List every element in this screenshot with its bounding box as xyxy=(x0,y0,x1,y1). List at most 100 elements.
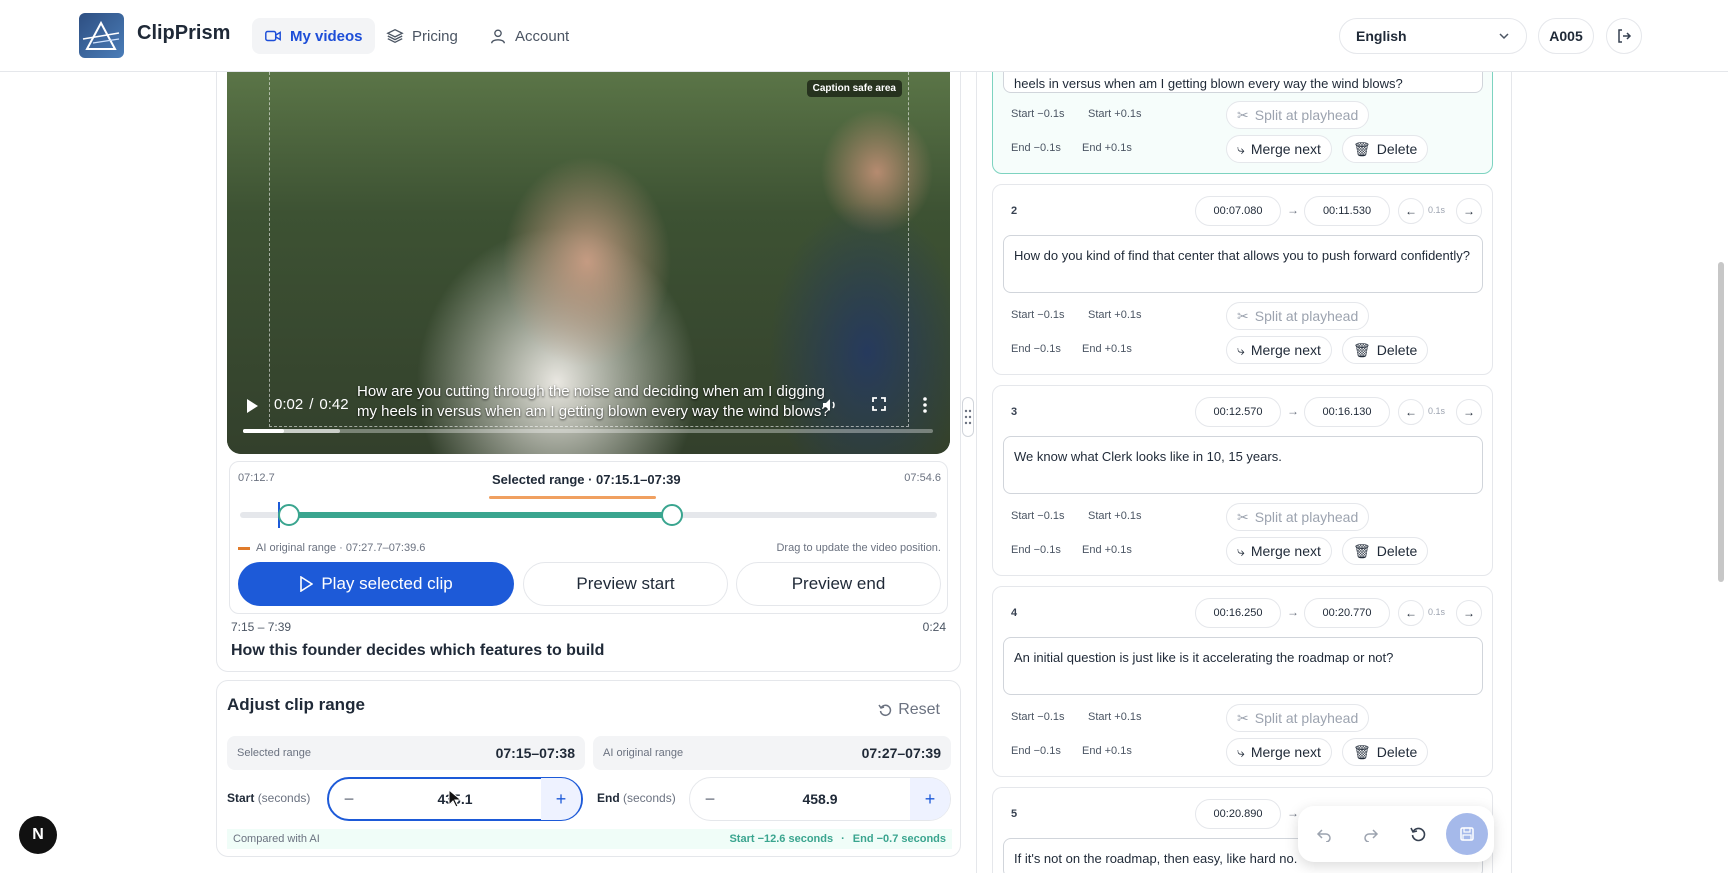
segment-end-time[interactable]: 00:20.770 xyxy=(1304,598,1390,628)
start-plus-button[interactable]: Start +0.1s xyxy=(1088,711,1142,723)
ai-range-box: AI original range 07:27–07:39 xyxy=(593,736,951,770)
end-plus-button[interactable]: End +0.1s xyxy=(1082,142,1132,154)
segment-card[interactable]: 3 00:12.570 → 00:16.130 ← 0.1s → We know… xyxy=(992,385,1493,576)
nudge-right-button[interactable]: → xyxy=(1456,198,1482,224)
compared-label: Compared with AI xyxy=(233,833,320,845)
segment-text-input[interactable]: How do you kind of find that center that… xyxy=(1003,235,1483,293)
split-at-playhead-button[interactable]: ✂ Split at playhead xyxy=(1226,101,1370,129)
segment-start-time[interactable]: 00:20.890 xyxy=(1195,799,1281,829)
preview-start-button[interactable]: Preview start xyxy=(523,562,728,606)
split-at-playhead-button[interactable]: ✂ Split at playhead xyxy=(1226,503,1370,531)
start-minus-button[interactable]: Start −0.1s xyxy=(1011,510,1065,522)
segment-text-input[interactable]: We know what Clerk looks like in 10, 15 … xyxy=(1003,436,1483,494)
time-separator: / xyxy=(309,396,314,413)
end-minus-button[interactable]: End −0.1s xyxy=(1011,343,1061,355)
nudge-right-button[interactable]: → xyxy=(1456,600,1482,626)
start-minus-button[interactable]: Start −0.1s xyxy=(1011,108,1065,120)
start-minus-button[interactable]: Start −0.1s xyxy=(1011,309,1065,321)
start-decrement-button[interactable]: − xyxy=(329,778,369,820)
reset-button[interactable]: Reset xyxy=(878,701,940,719)
refresh-button[interactable] xyxy=(1400,816,1436,852)
selected-range-label: Selected range · 07:15.1–07:39 xyxy=(492,472,681,487)
merge-next-button[interactable]: ⤷ Merge next xyxy=(1226,336,1332,364)
start-plus-button[interactable]: Start +0.1s xyxy=(1088,108,1142,120)
btn-label: Merge next xyxy=(1250,543,1321,559)
nudge-left-button[interactable]: ← xyxy=(1398,198,1424,224)
end-minus-button[interactable]: End −0.1s xyxy=(1011,142,1061,154)
video-caption: How are you cutting through the noise an… xyxy=(357,383,830,420)
language-select[interactable]: English xyxy=(1339,18,1527,54)
arrow-left-icon: ← xyxy=(1405,204,1417,218)
segment-card[interactable]: 2 00:07.080 → 00:11.530 ← 0.1s → How do … xyxy=(992,184,1493,375)
split-at-playhead-button[interactable]: ✂ Split at playhead xyxy=(1226,302,1370,330)
volume-button[interactable] xyxy=(821,396,839,418)
user-chip[interactable]: A005 xyxy=(1538,18,1594,54)
btn-label: Merge next xyxy=(1250,744,1321,760)
preview-end-button[interactable]: Preview end xyxy=(736,562,941,606)
trash-icon: 🗑 xyxy=(1353,140,1371,157)
start-increment-button[interactable]: + xyxy=(541,778,581,820)
end-minus-button[interactable]: End −0.1s xyxy=(1011,544,1061,556)
clipprism-logo-icon[interactable] xyxy=(79,13,124,58)
segment-end-time[interactable]: 00:16.130 xyxy=(1304,397,1390,427)
start-plus-button[interactable]: Start +0.1s xyxy=(1088,510,1142,522)
nav-pricing[interactable]: Pricing xyxy=(374,18,470,54)
delete-button[interactable]: 🗑 Delete xyxy=(1342,537,1429,565)
play-selected-clip-button[interactable]: Play selected clip xyxy=(238,562,514,606)
merge-next-button[interactable]: ⤷ Merge next xyxy=(1226,738,1332,766)
split-at-playhead-button[interactable]: ✂ Split at playhead xyxy=(1226,704,1370,732)
nudge-left-button[interactable]: ← xyxy=(1398,600,1424,626)
segment-end-time[interactable]: 00:11.530 xyxy=(1304,196,1390,226)
n-badge-icon[interactable]: N xyxy=(19,816,57,854)
nudge-right-button[interactable]: → xyxy=(1456,399,1482,425)
end-increment-button[interactable]: + xyxy=(910,778,950,820)
video-player[interactable]: Caption safe area How are you cutting th… xyxy=(227,52,950,454)
arrow-right-icon: → xyxy=(1463,204,1475,218)
end-plus-button[interactable]: End +0.1s xyxy=(1082,745,1132,757)
step-label: 0.1s xyxy=(1428,607,1446,617)
fullscreen-button[interactable] xyxy=(871,396,887,416)
btn-label: Split at playhead xyxy=(1254,509,1359,525)
nav-my-videos[interactable]: My videos xyxy=(252,18,375,54)
start-plus-button[interactable]: Start +0.1s xyxy=(1088,309,1142,321)
more-options-button[interactable] xyxy=(922,396,928,418)
save-button[interactable] xyxy=(1446,813,1488,855)
end-seconds-stepper[interactable]: − 458.9 + xyxy=(689,777,951,821)
play-icon xyxy=(300,576,314,592)
segment-text-input[interactable]: An initial question is just like is it a… xyxy=(1003,637,1483,695)
delete-button[interactable]: 🗑 Delete xyxy=(1342,336,1429,364)
nudge-left-button[interactable]: ← xyxy=(1398,399,1424,425)
scissors-icon: ✂ xyxy=(1237,106,1249,123)
trim-start-handle[interactable] xyxy=(278,504,300,526)
merge-next-button[interactable]: ⤷ Merge next xyxy=(1226,135,1332,163)
end-plus-button[interactable]: End +0.1s xyxy=(1082,544,1132,556)
delete-button[interactable]: 🗑 Delete xyxy=(1342,738,1429,766)
trim-slider-track[interactable] xyxy=(240,512,937,518)
caption-safe-area xyxy=(269,62,909,427)
redo-button[interactable] xyxy=(1353,816,1389,852)
nav-account[interactable]: Account xyxy=(477,18,581,54)
arrow-right-icon: → xyxy=(1287,806,1299,820)
play-button[interactable] xyxy=(245,394,259,418)
end-minus-button[interactable]: End −0.1s xyxy=(1011,745,1061,757)
end-plus-button[interactable]: End +0.1s xyxy=(1082,343,1132,355)
save-icon xyxy=(1460,827,1474,841)
brand-name[interactable]: ClipPrism xyxy=(137,22,230,45)
drag-hint: Drag to update the video position. xyxy=(776,542,941,554)
delete-button[interactable]: 🗑 Delete xyxy=(1342,135,1429,163)
merge-next-button[interactable]: ⤷ Merge next xyxy=(1226,537,1332,565)
segment-start-time[interactable]: 00:12.570 xyxy=(1195,397,1281,427)
start-minus-button[interactable]: Start −0.1s xyxy=(1011,711,1065,723)
end-seconds-input[interactable]: 458.9 xyxy=(730,791,910,807)
undo-button[interactable] xyxy=(1306,816,1342,852)
redo-icon xyxy=(1364,829,1379,842)
segment-card[interactable]: 4 00:16.250 → 00:20.770 ← 0.1s → An init… xyxy=(992,586,1493,777)
trim-end-handle[interactable] xyxy=(661,504,683,526)
segment-start-time[interactable]: 00:07.080 xyxy=(1195,196,1281,226)
page-scrollbar[interactable] xyxy=(1718,262,1724,582)
end-decrement-button[interactable]: − xyxy=(690,778,730,820)
segment-start-time[interactable]: 00:16.250 xyxy=(1195,598,1281,628)
video-progress-bar[interactable] xyxy=(243,429,933,433)
logout-button[interactable] xyxy=(1606,18,1642,54)
panel-resize-handle[interactable] xyxy=(962,397,974,437)
